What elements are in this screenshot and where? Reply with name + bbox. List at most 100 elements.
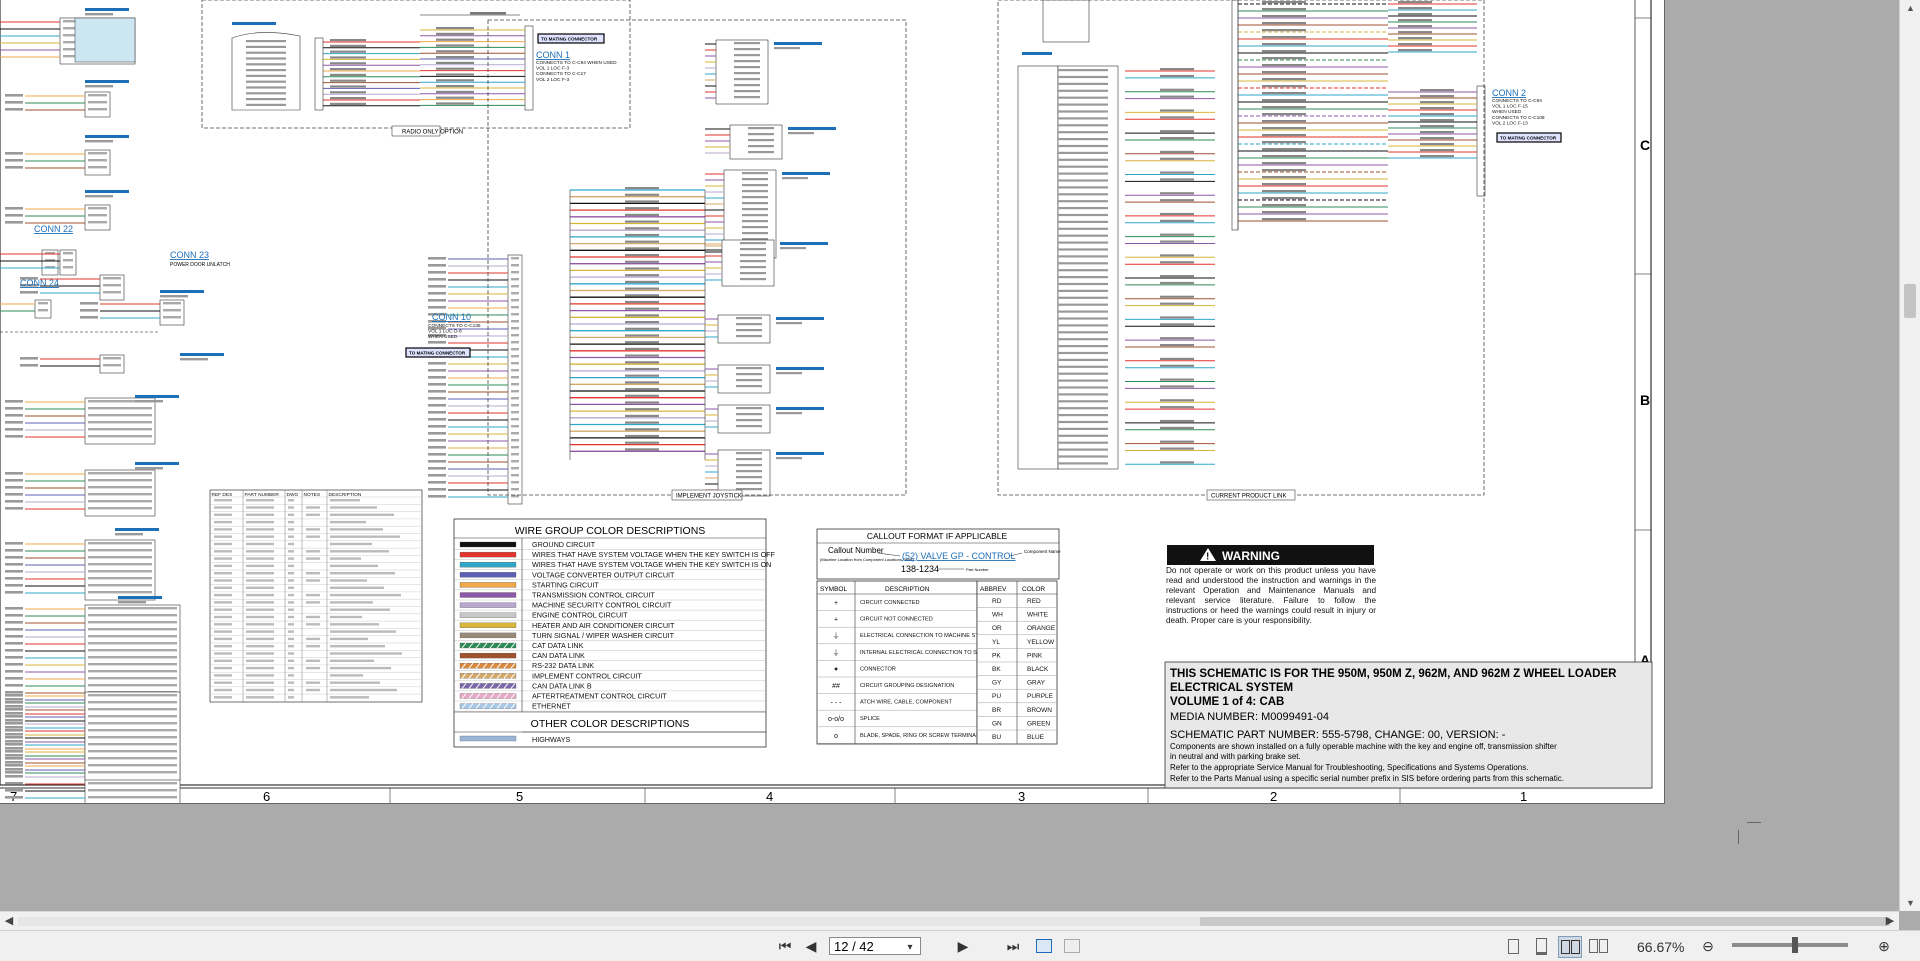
abbrev-color: PURPLE [1027, 693, 1054, 700]
callout-title: CALLOUT FORMAT IF APPLICABLE [867, 531, 1008, 541]
symbol-glyph: ✦ [833, 665, 839, 673]
symbol-glyph: o-o/o [828, 716, 844, 723]
zoom-slider-knob[interactable] [1792, 937, 1798, 953]
wire-color-table: WIRE GROUP COLOR DESCRIPTIONS GROUND CIR… [453, 518, 776, 748]
next-page-button[interactable]: ▶ [953, 936, 973, 956]
conn1-notes: CONNECTS TO C-C94 WHEN USEDVOL 1 LOC F-3… [536, 60, 617, 83]
product-link-wiring [1017, 0, 1486, 470]
page-dropdown-button[interactable]: ▾ [901, 937, 919, 957]
symbol-glyph: + [834, 617, 838, 624]
last-page-button[interactable]: ⏭ [1003, 936, 1023, 956]
symbol-description: CIRCUIT CONNECTED [860, 600, 920, 606]
wire-color-label: ENGINE CONTROL CIRCUIT [532, 611, 628, 620]
single-page-view-button[interactable] [1504, 936, 1522, 956]
left-connector-wiring [0, 8, 224, 803]
wire-color-swatch [459, 541, 517, 548]
symbol-description: SPLICE [860, 716, 880, 722]
wire-color-label: TRANSMISSION CONTROL CIRCUIT [532, 591, 655, 600]
connector-note-line: VOL 2 LOC F-13 [1492, 120, 1528, 126]
back-view-button[interactable] [1034, 936, 1054, 956]
wire-table-title: WIRE GROUP COLOR DESCRIPTIONS [515, 525, 706, 537]
conn10-tag-text: TO MATING CONNECTOR [409, 351, 466, 356]
wire-color-label: CAN DATA LINK B [532, 681, 592, 690]
symbol-glyph: o [834, 733, 838, 740]
zoom-in-button[interactable]: ⊕ [1876, 936, 1892, 956]
title-line-2: ELECTRICAL SYSTEM [1170, 682, 1293, 694]
joystick-wiring [428, 39, 836, 505]
conn2-label[interactable]: CONN 2 [1492, 88, 1526, 98]
wire-color-swatch [459, 612, 517, 618]
document-page: C B A 7 6 5 4 3 2 1 [0, 0, 1665, 804]
title-line-8: Refer to the appropriate Service Manual … [1170, 763, 1528, 772]
abbrev-code: WH [992, 612, 1003, 619]
back-view-icon [1036, 939, 1052, 953]
scroll-left-icon[interactable]: ◀ [0, 912, 18, 931]
wire-color-swatch [459, 622, 517, 628]
conn1-tag-text: TO MATING CONNECTOR [541, 37, 598, 42]
conn10-label[interactable]: CONN 10 [432, 312, 471, 322]
connector-note-line: WHEN USED [1492, 109, 1522, 115]
abbrev-color: WHITE [1027, 612, 1049, 619]
connector-note-line: WHEN USED [428, 334, 458, 340]
zoom-slider[interactable] [1732, 937, 1848, 953]
connector-note-line: CONNECTS TO C-C135 [428, 323, 481, 329]
symbol-description: ATCH WIRE, CABLE, COMPONENT [860, 700, 952, 706]
scroll-down-icon[interactable]: ▼ [1900, 895, 1920, 911]
abbrev-code: PK [992, 652, 1001, 659]
symbol-glyph: ⏚ [833, 649, 840, 657]
vertical-scroll-thumb[interactable] [1904, 284, 1916, 318]
color-abbrev-table: ABBREV COLOR RD RED WH WHITE OR ORANGE YL YELLO… [976, 580, 1058, 745]
title-line-6: Components are shown installed on a full… [1170, 742, 1557, 751]
connector-note-line: CONNECTS TO C-C94 [1492, 98, 1542, 104]
wire-color-label: WIRES THAT HAVE SYSTEM VOLTAGE WHEN THE … [532, 560, 771, 569]
symbol-glyph: + [834, 600, 838, 607]
wire-color-label: ETHERNET [532, 702, 571, 711]
row-label-c: C [1640, 137, 1650, 153]
horizontal-scroll-thumb[interactable] [1200, 917, 1890, 926]
warning-block: ! WARNING Do not operate or work on this… [1166, 545, 1376, 625]
first-page-button[interactable]: ⏮ [775, 936, 795, 956]
wire-color-swatch [459, 572, 517, 578]
abbrev-header: ABBREV [980, 586, 1007, 593]
col-label-1: 1 [1520, 789, 1527, 803]
abbrev-color: BLACK [1027, 666, 1049, 673]
abbrev-code: BK [992, 666, 1001, 673]
connector-note-line: VOL 1 LOC F-15 [1492, 104, 1528, 110]
prev-page-button[interactable]: ◀ [801, 936, 821, 956]
first-page-icon: ⏮ [778, 937, 792, 954]
product-link-label: CURRENT PRODUCT LINK [1211, 494, 1286, 500]
vertical-scrollbar[interactable]: ▲ ▼ [1899, 0, 1920, 911]
wire-color-swatch [459, 602, 517, 608]
wire-color-swatch [459, 632, 517, 639]
connector-note-line: CONNECTS TO C-C94 WHEN USED [536, 60, 617, 66]
zoom-out-button[interactable]: ⊖ [1700, 936, 1716, 956]
abbrev-code: GY [992, 680, 1002, 687]
other-color-title: OTHER COLOR DESCRIPTIONS [531, 718, 690, 730]
forward-view-button[interactable] [1062, 936, 1082, 956]
last-page-icon: ⏭ [1006, 937, 1020, 954]
scroll-right-icon[interactable]: ▶ [1881, 912, 1899, 931]
abbrev-color: GRAY [1027, 680, 1046, 687]
title-block: THIS SCHEMATIC IS FOR THE 950M, 950M Z, … [1164, 661, 1653, 789]
conn24-label[interactable]: CONN 24 [20, 278, 59, 288]
horizontal-scrollbar[interactable]: ◀ ▶ [0, 911, 1899, 931]
conn23-label[interactable]: CONN 23 [170, 250, 209, 260]
callout-number-note: (Machine Location from Component Locatio… [820, 557, 914, 562]
abbrev-color: RED [1027, 598, 1041, 605]
document-viewport[interactable]: C B A 7 6 5 4 3 2 1 [0, 0, 1899, 911]
two-page-view-button[interactable] [1558, 936, 1582, 958]
callout-example: (52) VALVE GP - CONTROL [902, 551, 1016, 561]
chevron-down-icon: ▾ [907, 941, 913, 953]
conn1-label[interactable]: CONN 1 [536, 50, 570, 60]
conn22-label[interactable]: CONN 22 [34, 224, 73, 234]
scroll-up-icon[interactable]: ▲ [1900, 0, 1920, 16]
continuous-page-icon [1535, 937, 1547, 955]
continuous-view-button[interactable] [1532, 936, 1550, 956]
callout-format-box: CALLOUT FORMAT IF APPLICABLE Callout Num… [816, 528, 1061, 580]
connector-note-line: VOL 1 LOC D-8 [428, 329, 462, 335]
abbrev-code: YL [992, 639, 1000, 646]
conn2-tag-text: TO MATING CONNECTOR [1500, 136, 1557, 141]
two-page-continuous-button[interactable] [1588, 936, 1608, 956]
other-color-label: HIGHWAYS [532, 735, 571, 744]
row-label-b: B [1640, 392, 1650, 408]
